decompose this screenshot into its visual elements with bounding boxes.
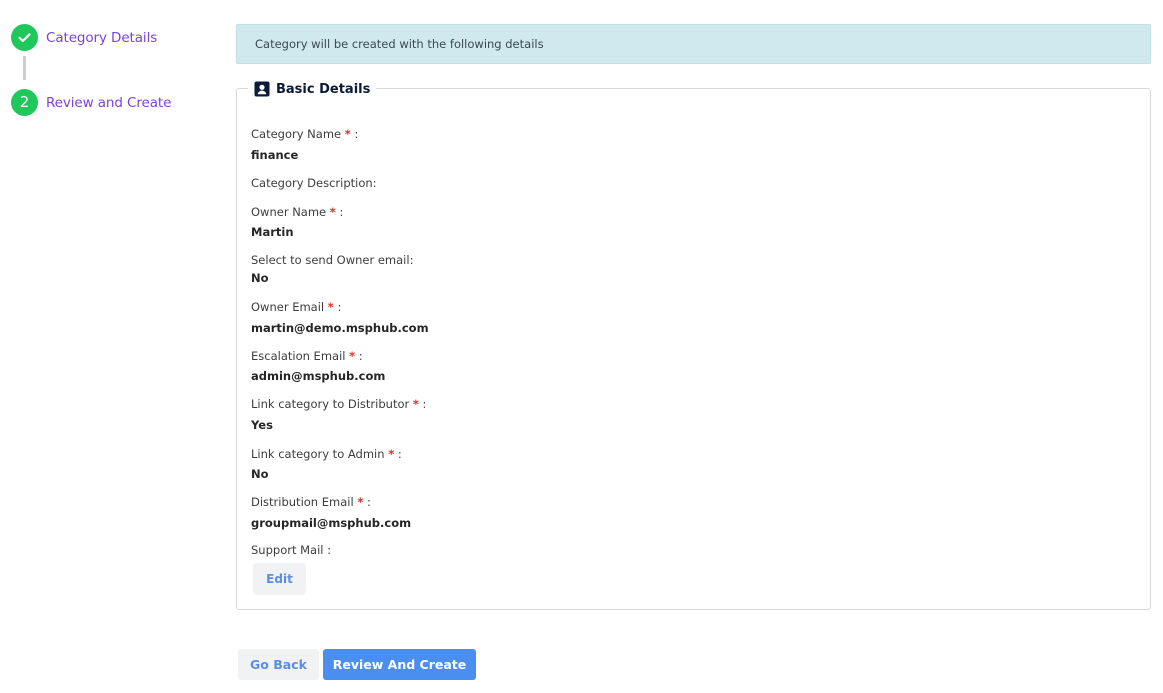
field-category-name: Category Name * : finance — [251, 126, 1131, 163]
field-escalation-email: Escalation Email * : admin@msphub.com — [251, 348, 1131, 384]
section-legend: Basic Details — [248, 79, 377, 99]
field-link-distributor: Link category to Distributor * : Yes — [251, 396, 1131, 433]
field-label: Link category to Distributor * : — [251, 397, 427, 411]
basic-details-card: Basic Details Category Name * : finance … — [236, 79, 1151, 610]
field-support-mail: Support Mail : — [251, 542, 1131, 558]
field-owner-email: Owner Email * : martin@demo.msphub.com — [251, 299, 1131, 336]
info-banner: Category will be created with the follow… — [236, 24, 1151, 64]
details-list: Category Name * : finance Category Descr… — [251, 126, 1131, 558]
field-distribution-email: Distribution Email * : groupmail@msphub.… — [251, 494, 1131, 531]
step-number-badge: 2 — [11, 89, 38, 116]
field-label: Link category to Admin * : — [251, 447, 402, 461]
field-label: Owner Email * : — [251, 300, 342, 314]
field-value: martin@demo.msphub.com — [251, 321, 429, 335]
step-number: 2 — [19, 93, 30, 111]
step-label: Review and Create — [46, 94, 172, 111]
field-category-description: Category Description: — [251, 175, 1131, 191]
field-value: Yes — [251, 418, 273, 432]
step-connector — [23, 56, 26, 80]
field-send-owner-email: Select to send Owner email: No — [251, 252, 1131, 286]
edit-button[interactable]: Edit — [253, 563, 306, 595]
step-label: Category Details — [46, 29, 158, 46]
go-back-button[interactable]: Go Back — [238, 649, 319, 680]
step-review-and-create[interactable]: 2 Review and Create — [11, 89, 221, 116]
field-value: No — [251, 271, 269, 285]
field-value: finance — [251, 148, 299, 162]
field-value: Martin — [251, 225, 294, 239]
step-completed-indicator — [11, 24, 38, 51]
field-label: Category Description: — [251, 176, 377, 190]
field-link-admin: Link category to Admin * : No — [251, 446, 1131, 482]
review-and-create-button[interactable]: Review And Create — [323, 649, 476, 680]
field-label: Category Name * : — [251, 127, 359, 141]
field-value: groupmail@msphub.com — [251, 516, 412, 530]
info-banner-text: Category will be created with the follow… — [255, 37, 544, 51]
step-category-details[interactable]: Category Details — [11, 24, 221, 51]
field-label: Support Mail : — [251, 543, 332, 557]
field-label: Escalation Email * : — [251, 349, 363, 363]
contact-card-icon — [254, 81, 270, 97]
check-icon — [18, 33, 31, 43]
field-owner-name: Owner Name * : Martin — [251, 204, 1131, 240]
field-label: Select to send Owner email: — [251, 253, 414, 267]
section-title: Basic Details — [276, 81, 371, 97]
field-label: Distribution Email * : — [251, 495, 371, 509]
field-value: No — [251, 467, 269, 481]
field-label: Owner Name * : — [251, 205, 344, 219]
stepper: Category Details 2 Review and Create — [11, 24, 221, 116]
field-value: admin@msphub.com — [251, 369, 386, 383]
